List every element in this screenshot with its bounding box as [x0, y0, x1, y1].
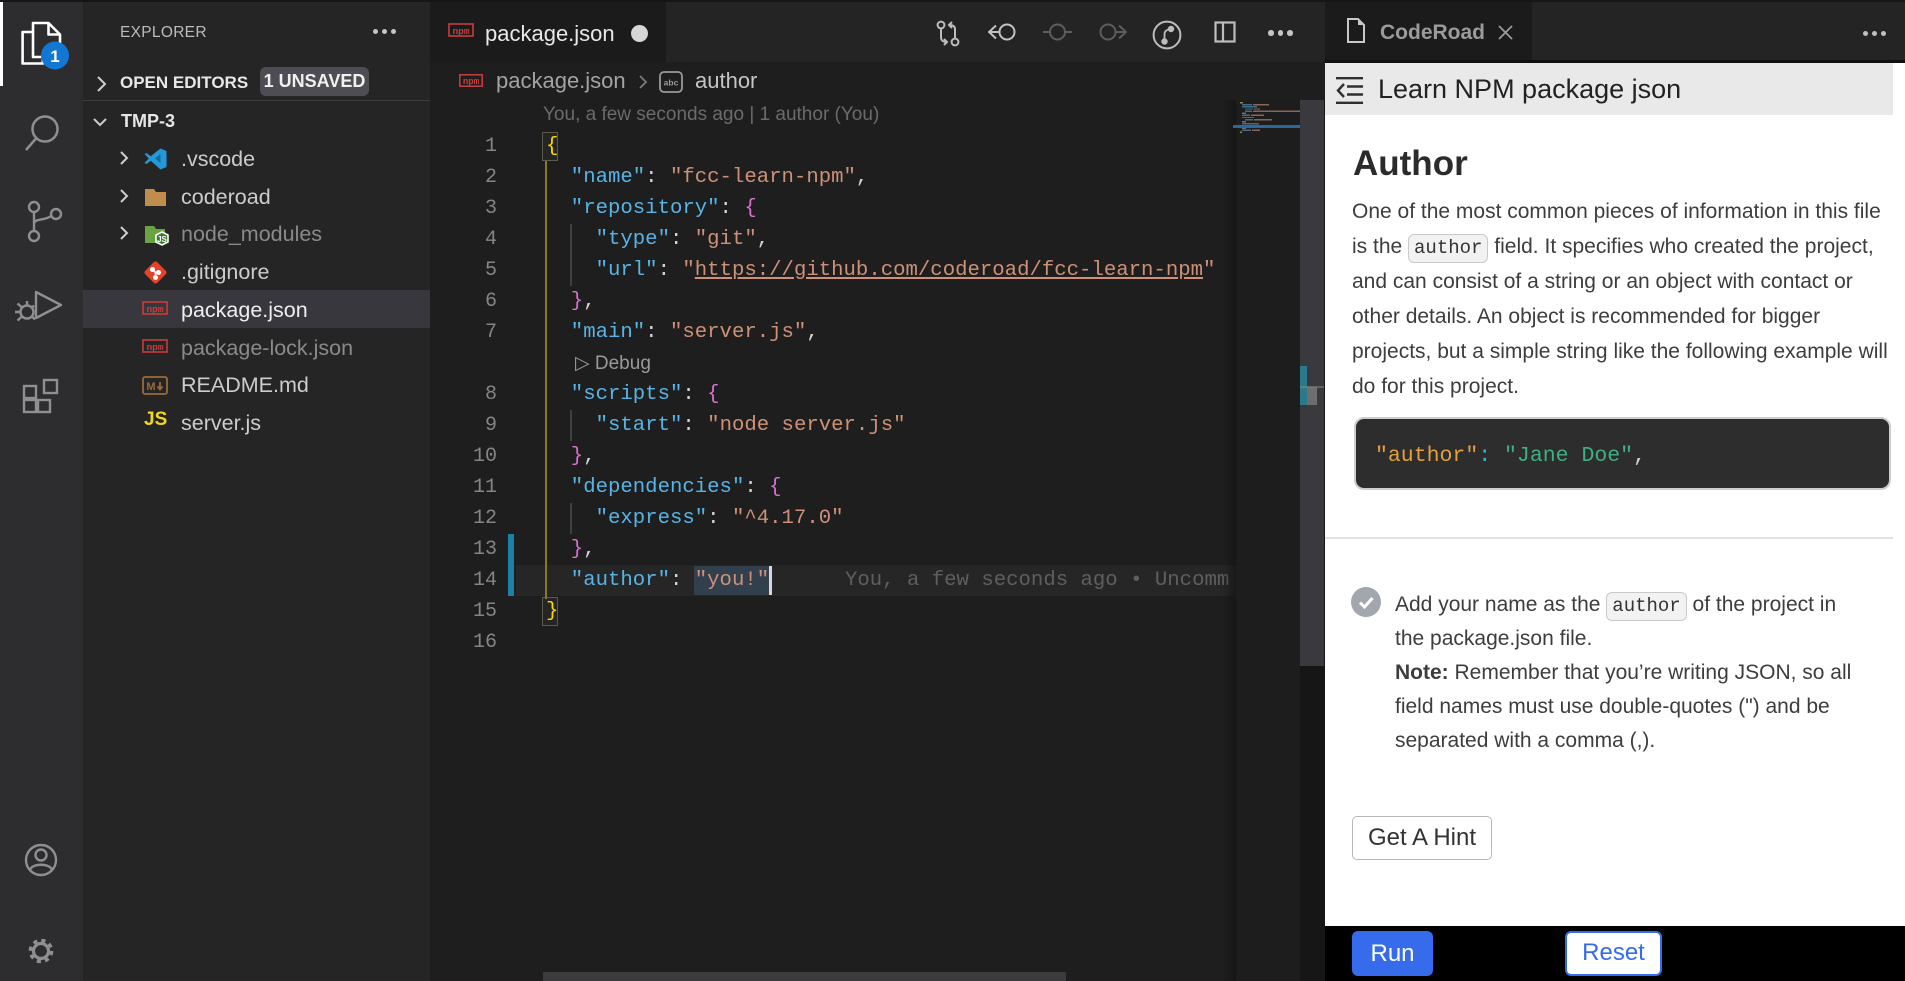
svg-text:JS: JS	[157, 235, 167, 244]
svg-text:npm: npm	[146, 342, 163, 353]
svg-text:npm: npm	[452, 26, 469, 37]
svg-text:1: 1	[50, 47, 59, 66]
svg-text:npm: npm	[146, 304, 163, 315]
svg-text:M: M	[146, 381, 155, 393]
svg-text:abc: abc	[664, 78, 679, 88]
svg-text:npm: npm	[463, 77, 480, 87]
